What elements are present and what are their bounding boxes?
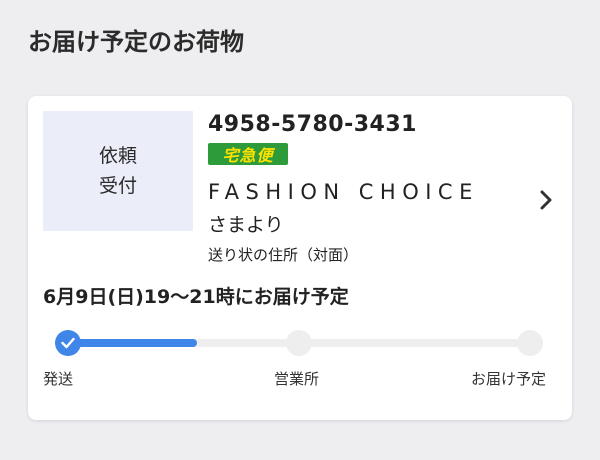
step-dot-delivery <box>517 330 543 356</box>
step-dot-office <box>286 330 312 356</box>
step-dot-shipped <box>55 330 81 356</box>
status-box: 依頼 受付 <box>43 111 193 231</box>
step-label-delivery: お届け予定 <box>471 370 547 388</box>
sender-name: FASHION CHOICE <box>208 180 479 204</box>
delivery-time: 6月9日(日)19〜21時にお届け予定 <box>43 286 349 308</box>
page-title: お届け予定のお荷物 <box>28 28 244 56</box>
service-label: 宅急便 <box>222 146 274 165</box>
tracking-number: 4958-5780-3431 <box>208 112 417 137</box>
check-icon <box>61 337 75 349</box>
package-card[interactable]: 依頼 受付 4958-5780-3431 宅急便 FASHION CHOICE … <box>28 96 572 420</box>
progress-fill <box>68 339 197 347</box>
status-text: 依頼 受付 <box>98 145 137 197</box>
chevron-right-icon[interactable] <box>536 188 556 212</box>
step-label-office: 営業所 <box>274 370 320 388</box>
address-note: 送り状の住所（対面） <box>208 246 359 264</box>
sender-suffix: さまより <box>208 214 284 236</box>
step-label-shipped: 発送 <box>43 370 74 388</box>
service-badge: 宅急便 <box>208 143 288 165</box>
